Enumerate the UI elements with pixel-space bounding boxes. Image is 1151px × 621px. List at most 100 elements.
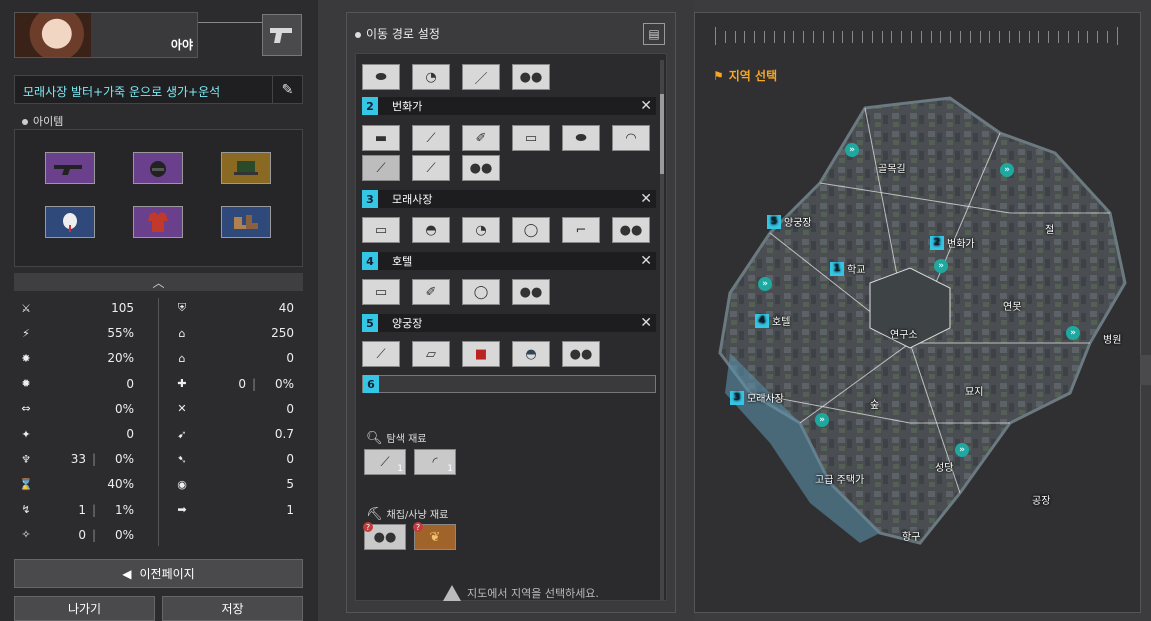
route-region-4[interactable]: 4 호텔 ✕ xyxy=(362,252,656,270)
item-slot[interactable]: ⟋ xyxy=(412,125,450,151)
item-slot[interactable]: ⌐ xyxy=(562,217,600,243)
hyperloop-icon[interactable]: » xyxy=(1000,163,1014,177)
item-slot[interactable]: ✐ xyxy=(412,279,450,305)
item-slot[interactable]: ⬬ xyxy=(362,64,400,90)
exit-label: 나가기 xyxy=(67,602,102,616)
hyperloop-icon[interactable]: » xyxy=(758,277,772,291)
map-region-label[interactable]: 연못 xyxy=(1003,298,1021,313)
item-slot[interactable]: ◓ xyxy=(512,341,550,367)
ruler-tick xyxy=(979,31,981,43)
map-region-label[interactable]: 절 xyxy=(1045,221,1054,236)
item-slot[interactable]: ▭ xyxy=(512,125,550,151)
hyperloop-icon[interactable]: » xyxy=(955,443,969,457)
item-slot[interactable]: ⬬ xyxy=(562,125,600,151)
item-slot[interactable]: ●● xyxy=(462,155,500,181)
hyperloop-icon[interactable]: » xyxy=(1066,326,1080,340)
item-slot[interactable]: ●● xyxy=(612,217,650,243)
region-name: 모래사장 xyxy=(392,193,433,206)
item-slot[interactable]: ✐ xyxy=(462,125,500,151)
route-region-3[interactable]: 3 모래사장 ✕ xyxy=(362,190,656,208)
ruler-tick xyxy=(754,31,756,43)
route-list[interactable]: ⬬ ◔ ／ ●● 2 번화가 ✕ ▬ ⟋ ✐ ▭ ⬬ ◠ ⟋ ⟋ ●● 3 모래… xyxy=(355,53,667,601)
stat-row: ⚡ xyxy=(16,325,36,341)
clipboard-icon[interactable]: ▤ xyxy=(643,23,665,45)
prev-page-button[interactable]: ◀ 이전페이지 xyxy=(14,559,303,588)
boots-icon[interactable] xyxy=(221,206,271,238)
stats-collapse-toggle[interactable]: ︿ xyxy=(14,273,303,291)
stat-row: ✚ xyxy=(172,376,192,392)
item-slot[interactable]: ／ xyxy=(462,64,500,90)
item-slot[interactable]: ▬ xyxy=(362,125,400,151)
route-region-5[interactable]: 5 양궁장 ✕ xyxy=(362,314,656,332)
item-slot[interactable]: ◔ xyxy=(412,64,450,90)
item-slot[interactable]: ▱ xyxy=(412,341,450,367)
build-name-field[interactable]: 모래사장 발터+가죽 운으로 생가+운석 ✎ xyxy=(14,75,303,104)
scrollbar-thumb[interactable] xyxy=(660,94,664,174)
save-button[interactable]: 저장 xyxy=(162,596,303,621)
pencil-icon[interactable]: ✎ xyxy=(272,76,302,103)
explore-material-slot[interactable]: ⟋ 1 xyxy=(364,449,406,475)
map-region-label[interactable]: 병원 xyxy=(1103,331,1121,346)
map-region-name: 학교 xyxy=(847,265,866,276)
map-region-label[interactable]: 항구 xyxy=(902,528,920,543)
item-slot[interactable]: ▭ xyxy=(362,279,400,305)
item-slot[interactable]: ⟋ xyxy=(362,155,400,181)
hyperloop-icon[interactable]: » xyxy=(934,259,948,273)
pickaxe-icon: ⛏︎ xyxy=(366,507,383,522)
close-icon[interactable]: ✕ xyxy=(640,97,652,115)
ruler-tick xyxy=(862,31,863,43)
item-slot[interactable]: ▭ xyxy=(362,217,400,243)
hyperloop-icon[interactable]: » xyxy=(815,413,829,427)
map-region-label[interactable]: 묘지 xyxy=(965,383,983,398)
item-slot[interactable]: ◯ xyxy=(462,279,500,305)
close-icon[interactable]: ✕ xyxy=(640,252,652,270)
gather-material-slot[interactable]: ? ●● xyxy=(363,522,406,550)
map-region-label[interactable]: 고급 주택가 xyxy=(815,471,864,486)
gather-material-slot[interactable]: ? ❦ xyxy=(413,522,456,550)
close-icon[interactable]: ✕ xyxy=(640,314,652,332)
item-slot[interactable]: ●● xyxy=(512,64,550,90)
stat-separator: | xyxy=(91,527,96,542)
armor-icon[interactable] xyxy=(133,206,183,238)
map-region-label[interactable]: 골목길 xyxy=(878,160,906,175)
item-slot[interactable]: ⟋ xyxy=(412,155,450,181)
item-slot[interactable]: ◯ xyxy=(512,217,550,243)
map-region-label[interactable]: 성당 xyxy=(935,459,953,474)
map-region-label[interactable]: 3 모래사장 xyxy=(730,390,784,405)
glove-icon: ◔ xyxy=(425,69,437,85)
close-icon[interactable]: ✕ xyxy=(640,190,652,208)
item-slot[interactable]: ●● xyxy=(562,341,600,367)
island-map[interactable]: » » » » » » » 골목길절 5 양궁장 2 번화가 1 학교연못 4 호텔연구소 병원 3… xyxy=(710,93,1130,563)
item-slot[interactable]: ■ xyxy=(462,341,500,367)
exit-button[interactable]: 나가기 xyxy=(14,596,155,621)
character-card[interactable]: 아야 xyxy=(14,12,198,58)
ruler-tick xyxy=(1018,31,1020,43)
item-slot[interactable]: ●● xyxy=(512,279,550,305)
side-drawer-tab[interactable] xyxy=(1140,355,1151,385)
route-region-6-empty[interactable]: 6 xyxy=(362,375,656,393)
route-region-2[interactable]: 2 번화가 ✕ xyxy=(362,97,656,115)
helmet-icon[interactable] xyxy=(133,152,183,184)
map-region-label[interactable]: 5 양궁장 xyxy=(767,214,812,229)
laptop-icon[interactable] xyxy=(221,152,271,184)
stat-value: 0% xyxy=(114,401,134,416)
map-region-label[interactable]: 숲 xyxy=(870,396,879,411)
hyperloop-icon[interactable]: » xyxy=(845,143,859,157)
map-region-label[interactable]: 2 번화가 xyxy=(930,235,975,250)
item-slot[interactable]: ◓ xyxy=(412,217,450,243)
feather-icon[interactable] xyxy=(45,206,95,238)
map-region-label[interactable]: 연구소 xyxy=(890,326,918,341)
pistol-icon[interactable] xyxy=(262,14,302,56)
map-region-label[interactable]: 4 호텔 xyxy=(755,313,790,328)
map-region-label[interactable]: 공장 xyxy=(1032,492,1050,507)
gun-icon[interactable] xyxy=(45,152,95,184)
explore-material-slot[interactable]: ◜ 1 xyxy=(414,449,456,475)
item-slot[interactable]: ◠ xyxy=(612,125,650,151)
item-slot[interactable]: ◔ xyxy=(462,217,500,243)
item-slot[interactable]: ⟋ xyxy=(362,341,400,367)
map-region-label[interactable]: 1 학교 xyxy=(830,261,865,276)
leather-icon: ⬬ xyxy=(575,130,587,146)
map-region-name: 골목길 xyxy=(878,164,906,175)
stat-value-secondary: 0% xyxy=(114,527,134,542)
map-region-number: 4 xyxy=(755,313,769,328)
